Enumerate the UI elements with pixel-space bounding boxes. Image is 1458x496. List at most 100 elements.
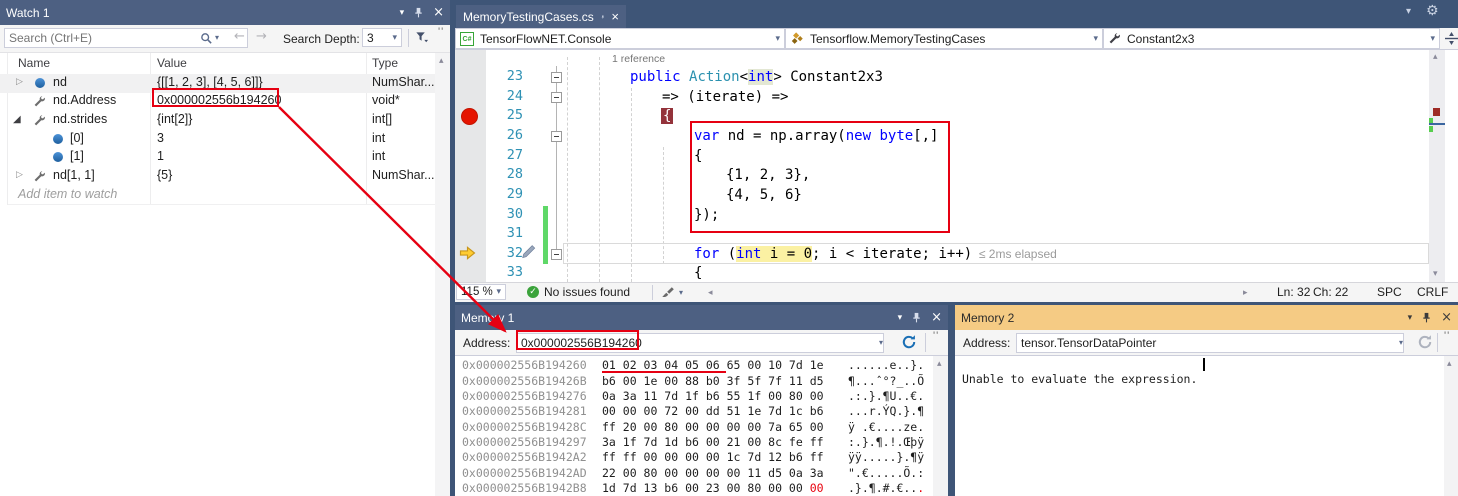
address-dropdown-chevron-icon[interactable]: ▾ <box>1399 338 1403 347</box>
table-row[interactable]: ◢ nd.strides {int[2]} int[] <box>0 111 435 130</box>
item-icon <box>53 152 63 162</box>
expander-collapsed-icon[interactable]: ▷ <box>16 170 23 180</box>
code-line-27[interactable]: { <box>694 147 702 166</box>
window-position-chevron-icon[interactable]: ▾ <box>898 313 903 323</box>
forward-arrow-icon[interactable]: → <box>256 29 267 44</box>
toolbar-overflow-icon[interactable]: '' <box>1444 330 1450 342</box>
pin-icon[interactable] <box>1421 312 1432 323</box>
scroll-up-icon[interactable]: ▴ <box>1447 359 1452 369</box>
code-line-23[interactable]: public Action<int> Constant2x3 <box>630 68 883 87</box>
change-bar <box>543 206 548 264</box>
split-window-icon[interactable] <box>1445 32 1458 45</box>
toolbar-overflow-icon[interactable]: '' <box>933 330 939 342</box>
fold-toggle-icon[interactable] <box>551 72 562 83</box>
watch-value: 3 <box>157 131 164 145</box>
watch-value: {5} <box>157 168 172 182</box>
memory2-titlebar[interactable]: Memory 2 ▾ × <box>955 305 1458 330</box>
code-line-28[interactable]: {1, 2, 3}, <box>726 166 810 185</box>
pin-icon[interactable] <box>413 7 424 18</box>
watch-title: Watch 1 <box>6 6 50 20</box>
memory2-address-input[interactable] <box>1016 333 1404 353</box>
close-icon[interactable]: × <box>931 312 942 323</box>
table-row[interactable]: [1] 1 int <box>0 148 435 167</box>
expander-expanded-icon[interactable]: ◢ <box>13 114 21 125</box>
code-line-26[interactable]: var nd = np.array(new byte[,] <box>694 127 938 146</box>
code-line-33[interactable]: { <box>694 264 702 283</box>
memory1-titlebar[interactable]: Memory 1 ▾ × <box>455 305 948 330</box>
cleanup-options-chevron-icon[interactable]: ▾ <box>679 288 683 297</box>
codelens-references[interactable]: 1 reference <box>612 53 665 65</box>
refresh-icon[interactable] <box>901 334 917 350</box>
visual-studio-debug-workspace: Watch 1 ▾ × ▾ ← → Search Depth: 3▾ '' Na… <box>0 0 1458 496</box>
close-icon[interactable]: × <box>1441 312 1452 323</box>
pin-icon[interactable] <box>911 312 922 323</box>
type-dropdown[interactable]: Tensorflow.MemoryTestingCases▾ <box>785 28 1103 49</box>
code-line-32[interactable]: for (int i = 0; i < iterate; i++) ≤ 2ms … <box>694 245 1057 264</box>
code-line-30[interactable]: }); <box>694 206 719 225</box>
memory1-toolbar: Address: ▾ '' <box>455 330 948 356</box>
evaluation-message: Unable to evaluate the expression. <box>962 372 1197 386</box>
gear-icon[interactable]: ⚙ <box>1426 3 1439 19</box>
search-icon[interactable] <box>200 32 213 45</box>
tab-close-icon[interactable]: × <box>611 9 619 24</box>
scroll-up-icon[interactable]: ▴ <box>1433 52 1438 62</box>
line-number: 29 <box>487 186 523 202</box>
watch-grid-header: Name Value Type <box>0 53 435 75</box>
line-number: 28 <box>487 166 523 182</box>
window-position-chevron-icon[interactable]: ▾ <box>400 8 405 18</box>
table-row[interactable]: nd.Address 0x000002556b194260 void* <box>0 92 435 111</box>
add-watch-row[interactable]: Add item to watch <box>0 186 435 205</box>
document-tab[interactable]: MemoryTestingCases.cs × <box>456 5 626 28</box>
project-name: TensorFlowNET.Console <box>480 32 611 46</box>
editor-options-chevron-icon[interactable]: ▾ <box>1406 6 1411 17</box>
fold-toggle-icon[interactable] <box>551 249 562 260</box>
window-position-chevron-icon[interactable]: ▾ <box>1408 313 1413 323</box>
memory1-title: Memory 1 <box>461 311 514 325</box>
editor-vertical-scrollbar[interactable]: ▴ ▾ <box>1429 50 1445 282</box>
memory2-scrollbar[interactable]: ▴ <box>1444 356 1458 496</box>
watch-scrollbar[interactable]: ▴ <box>435 53 450 496</box>
search-depth-select[interactable]: 3▾ <box>362 28 402 47</box>
watch-titlebar[interactable]: Watch 1 ▾ × <box>0 0 450 25</box>
hscroll-right-icon[interactable]: ▸ <box>1243 288 1248 298</box>
member-dropdown[interactable]: Constant2x3▾ <box>1103 28 1440 49</box>
hscroll-left-icon[interactable]: ◂ <box>708 288 713 298</box>
code-line-29[interactable]: {4, 5, 6} <box>726 186 802 205</box>
search-options-chevron-icon[interactable]: ▾ <box>215 33 219 42</box>
health-check-icon[interactable]: ✓ <box>527 286 539 298</box>
code-cleanup-broom-icon[interactable] <box>661 286 675 300</box>
watch-name: nd.Address <box>53 93 116 107</box>
expander-collapsed-icon[interactable]: ▷ <box>16 77 23 87</box>
fold-toggle-icon[interactable] <box>551 131 562 142</box>
scroll-up-icon[interactable]: ▴ <box>937 359 942 369</box>
property-wrench-icon <box>33 170 46 183</box>
fold-toggle-icon[interactable] <box>551 92 562 103</box>
column-header-name[interactable]: Name <box>18 56 50 70</box>
editor-status-bar: 115 %▾ ✓ No issues found ▾ ◂ ▸ Ln: 32 Ch… <box>455 282 1458 302</box>
column-header-value[interactable]: Value <box>157 56 187 70</box>
scroll-up-icon[interactable]: ▴ <box>439 56 444 66</box>
project-dropdown[interactable]: C# TensorFlowNET.Console▾ <box>455 28 785 49</box>
back-arrow-icon[interactable]: ← <box>234 29 245 44</box>
issues-status[interactable]: No issues found <box>544 285 630 299</box>
property-wrench-icon <box>33 95 46 108</box>
close-icon[interactable]: × <box>433 7 444 18</box>
zoom-select[interactable]: 115 %▾ <box>456 284 506 300</box>
code-line-24[interactable]: => (iterate) => <box>662 88 788 107</box>
scroll-down-icon[interactable]: ▾ <box>1433 269 1438 279</box>
memory1-scrollbar[interactable]: ▴ <box>933 356 948 496</box>
memory1-address-input[interactable] <box>516 333 884 353</box>
breakpoint-icon[interactable] <box>461 108 478 125</box>
item-icon <box>53 134 63 144</box>
column-header-type[interactable]: Type <box>372 56 398 70</box>
address-dropdown-chevron-icon[interactable]: ▾ <box>879 338 883 347</box>
table-row[interactable]: ▷ nd {[[1, 2, 3], [4, 5, 6]]} NumShar... <box>0 74 435 93</box>
filter-watch-icon[interactable] <box>414 30 429 45</box>
tab-pin-icon[interactable] <box>601 12 605 22</box>
table-row[interactable]: [0] 3 int <box>0 130 435 149</box>
table-row[interactable]: ▷ nd[1, 1] {5} NumShar... <box>0 167 435 186</box>
refresh-icon-disabled <box>1417 334 1433 350</box>
search-depth-label: Search Depth: <box>283 32 360 46</box>
code-line-25[interactable]: { <box>661 107 673 126</box>
toolbar-overflow-icon[interactable]: '' <box>438 26 444 38</box>
